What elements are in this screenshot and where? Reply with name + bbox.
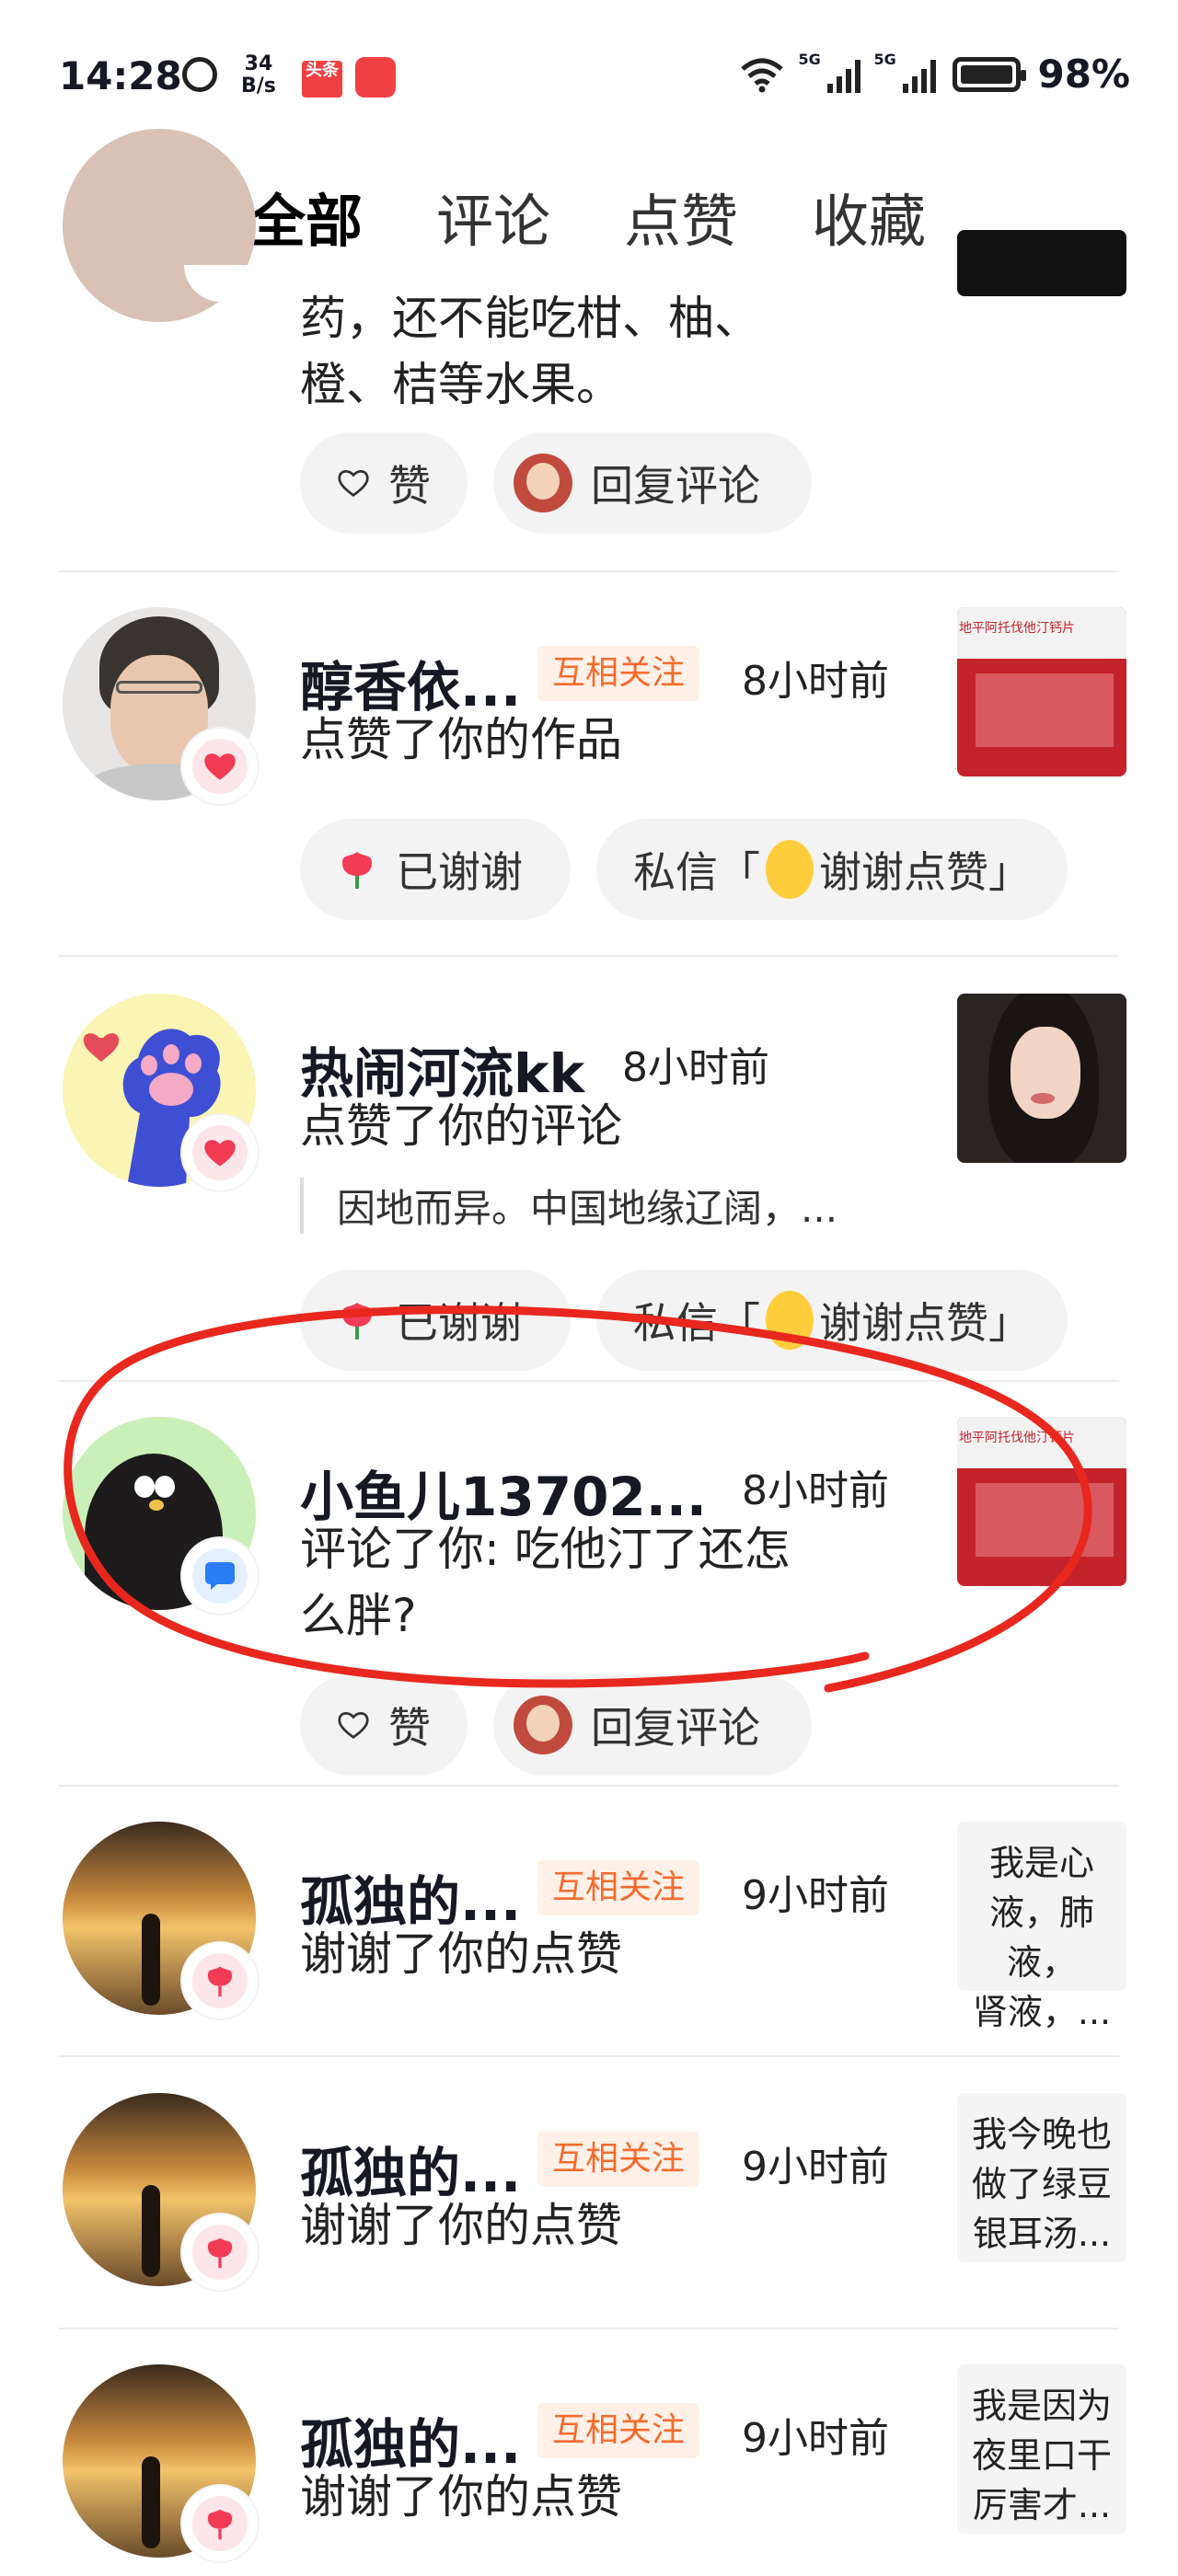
hug-emoji-icon [766,840,814,899]
divider [59,570,1119,572]
hug-emoji-icon [766,1291,814,1350]
action-text: 评论了你: 吃他汀了还怎 么胖? [300,1523,791,1642]
divider [59,1785,1119,1787]
like-button[interactable]: 赞 [300,432,468,534]
signal-5g-icon: 5G [798,51,861,93]
alarm-icon [182,57,217,92]
tab-likes[interactable]: 点赞 [624,175,812,258]
like-button[interactable]: 赞 [300,1674,468,1776]
thumbnail[interactable] [957,994,1126,1163]
reply-comment-button[interactable]: 回复评论 [493,432,812,534]
comment-preview[interactable]: 我今晚也 做了绿豆 银耳汤... [957,2093,1126,2262]
comment-badge-icon [182,1538,258,1614]
action-text: 谢谢了你的点赞 [300,2199,622,2252]
action-text: 点赞了你的作品 [300,713,622,766]
toutiao-app-icon: 头条 [302,61,342,98]
reply-comment-button[interactable]: 回复评论 [493,1674,812,1776]
mutual-follow-badge: 互相关注 [537,2403,700,2458]
flower-badge-icon [182,2214,258,2290]
thanked-button[interactable]: 已谢谢 [300,819,571,920]
thanked-button[interactable]: 已谢谢 [300,1270,571,1371]
like-badge-icon [182,1115,258,1190]
user-avatar-mini [514,454,572,512]
divider [59,1380,1119,1382]
thumbnail[interactable]: 地平阿托伐他汀钙片 [957,607,1126,776]
mutual-follow-badge: 互相关注 [537,646,700,701]
timestamp: 9小时前 [742,2144,889,2191]
flower-icon [342,1303,372,1340]
dm-thanks-button[interactable]: 私信「 谢谢点赞」 [596,819,1068,920]
timestamp: 8小时前 [742,658,889,705]
timestamp: 8小时前 [742,1467,889,1514]
divider [59,955,1119,957]
timestamp: 9小时前 [742,2415,889,2462]
quoted-comment: 因地而异。中国地缘辽阔，... [300,1178,837,1234]
network-speed: 34 B/s [241,52,276,98]
action-text: 药，还不能吃柑、柚、 橙、桔等水果。 [300,292,760,411]
action-text: 谢谢了你的点赞 [300,1927,622,1981]
action-text: 点赞了你的评论 [300,1099,622,1153]
user-avatar-mini [514,1696,572,1754]
timestamp: 8小时前 [622,1044,769,1091]
battery-icon [953,56,1027,92]
mutual-follow-badge: 互相关注 [537,1860,700,1915]
status-time: 14:28 [59,53,182,98]
signal-5g-icon-2: 5G [873,51,937,93]
notification-app-icon [355,57,396,98]
thumbnail[interactable]: 地平阿托伐他汀钙片 [957,1417,1126,1586]
divider [59,2328,1119,2329]
action-text: 谢谢了你的点赞 [300,2470,622,2524]
comment-preview[interactable]: 我是心 液，肺液， 肾液，... [957,1822,1126,2032]
dm-thanks-button[interactable]: 私信「 谢谢点赞」 [596,1270,1068,1371]
comment-preview[interactable]: 我是因为 夜里口干 厉害才... [957,2364,1126,2534]
thumbnail[interactable] [957,230,1126,296]
flower-badge-icon [182,1943,258,2018]
flower-badge-icon [182,2486,258,2561]
flower-icon [342,852,372,889]
divider [59,2055,1119,2057]
like-badge-icon [182,729,258,804]
heart-outline-icon [338,470,369,497]
wifi-icon [741,58,784,92]
tab-comments[interactable]: 评论 [436,175,624,258]
heart-outline-icon [338,1712,369,1739]
timestamp: 9小时前 [742,1872,889,1919]
tab-all[interactable]: 全部 [248,175,436,258]
mutual-follow-badge: 互相关注 [537,2132,700,2187]
battery-percent: 98% [1037,52,1130,97]
